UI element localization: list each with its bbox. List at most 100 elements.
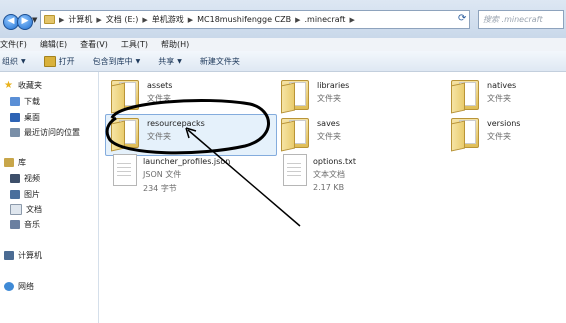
folder-item-assets[interactable]: assets 文件夹 xyxy=(107,78,173,114)
sidebar-item-desktop[interactable]: 桌面 xyxy=(10,112,40,123)
share-label: 共享 xyxy=(158,56,175,66)
folder-item-natives[interactable]: natives 文件夹 xyxy=(447,78,517,114)
history-dropdown-icon[interactable]: ▼ xyxy=(32,16,37,24)
breadcrumb-separator-icon: ▶ xyxy=(96,15,102,24)
include-in-library-label: 包含到库中 xyxy=(92,56,133,66)
open-folder-icon xyxy=(43,55,56,67)
item-type: 文本文档 xyxy=(313,170,345,179)
file-view: assets 文件夹 libraries 文件夹 natives 文件夹 resour… xyxy=(99,72,566,323)
sidebar-section-label: 计算机 xyxy=(18,251,42,260)
sidebar-section-label: 网络 xyxy=(18,282,34,291)
menu-file[interactable]: 文件(F) xyxy=(0,39,27,50)
documents-icon xyxy=(10,204,22,215)
folder-icon xyxy=(447,78,481,114)
file-item-options[interactable]: options.txt 文本文档 2.17 KB xyxy=(277,154,356,192)
new-folder-label: 新建文件夹 xyxy=(199,56,240,66)
folder-item-versions[interactable]: versions 文件夹 xyxy=(447,116,521,152)
sidebar-item-downloads[interactable]: 下载 xyxy=(10,96,40,107)
breadcrumb-separator-icon: ▶ xyxy=(142,15,148,24)
item-type: 文件夹 xyxy=(487,132,511,141)
sidebar-item-label: 视频 xyxy=(24,174,40,183)
folder-icon xyxy=(447,116,481,152)
sidebar-item-label: 桌面 xyxy=(24,113,40,122)
file-item-launcher-profiles[interactable]: launcher_profiles.json JSON 文件 234 字节 xyxy=(107,154,230,194)
sidebar-item-documents[interactable]: 文档 xyxy=(10,204,42,215)
folder-item-libraries[interactable]: libraries 文件夹 xyxy=(277,78,350,114)
sidebar-item-label: 最近访问的位置 xyxy=(24,128,80,137)
desktop-icon xyxy=(10,113,20,122)
item-type: JSON 文件 xyxy=(143,170,182,179)
breadcrumb-separator-icon: ▶ xyxy=(295,15,301,24)
breadcrumb-separator-icon: ▶ xyxy=(349,15,355,24)
sidebar-section-label: 库 xyxy=(18,158,26,167)
open-button[interactable]: 打开 xyxy=(43,55,75,67)
open-label: 打开 xyxy=(58,56,75,66)
sidebar-item-pictures[interactable]: 图片 xyxy=(10,189,40,200)
item-type: 文件夹 xyxy=(147,94,171,103)
item-type: 文件夹 xyxy=(147,132,171,141)
item-name: natives xyxy=(487,81,517,90)
new-folder-button[interactable]: 新建文件夹 xyxy=(200,56,240,67)
breadcrumb-item[interactable]: 单机游戏 xyxy=(152,14,184,25)
include-in-library-button[interactable]: 包含到库中 ▼ xyxy=(93,56,141,67)
navigation-pane: ★ 收藏夹 下载 桌面 最近访问的位置 库 视频 图片 文档 音乐 计算机 网络 xyxy=(0,72,99,323)
sidebar-computer[interactable]: 计算机 xyxy=(4,250,42,261)
breadcrumb-separator-icon: ▶ xyxy=(187,15,194,24)
text-file-icon xyxy=(283,154,307,186)
pictures-icon xyxy=(10,190,20,199)
menu-help[interactable]: 帮助(H) xyxy=(161,39,189,50)
chevron-down-icon: ▼ xyxy=(177,57,182,65)
organize-button[interactable]: 组织 ▼ xyxy=(2,56,26,67)
item-name: saves xyxy=(317,119,340,128)
sidebar-favorites[interactable]: ★ 收藏夹 xyxy=(4,80,42,91)
forward-button[interactable]: ▶ xyxy=(17,14,33,30)
menu-tools[interactable]: 工具(T) xyxy=(121,39,148,50)
item-name: versions xyxy=(487,119,521,128)
sidebar-item-label: 音乐 xyxy=(24,220,40,229)
sidebar-item-label: 文档 xyxy=(26,205,42,214)
item-type: 文件夹 xyxy=(317,132,341,141)
item-name: assets xyxy=(147,81,173,90)
breadcrumb-item[interactable]: MC18mushifengge CZB xyxy=(197,15,291,24)
sidebar-network[interactable]: 网络 xyxy=(4,281,34,292)
network-icon xyxy=(4,282,14,291)
command-bar: 组织 ▼ 打开 包含到库中 ▼ 共享 ▼ 新建文件夹 xyxy=(0,51,566,72)
sidebar-item-videos[interactable]: 视频 xyxy=(10,173,40,184)
sidebar-item-recent-places[interactable]: 最近访问的位置 xyxy=(10,127,80,138)
organize-label: 组织 xyxy=(2,56,18,66)
sidebar-item-music[interactable]: 音乐 xyxy=(10,219,40,230)
star-icon: ★ xyxy=(4,80,13,91)
sidebar-libraries[interactable]: 库 xyxy=(4,157,26,168)
music-icon xyxy=(10,220,20,229)
folder-item-resourcepacks[interactable]: resourcepacks 文件夹 xyxy=(107,116,205,152)
menu-edit[interactable]: 编辑(E) xyxy=(40,39,67,50)
item-name: resourcepacks xyxy=(147,119,205,128)
breadcrumb-item[interactable]: 文档 (E:) xyxy=(106,14,139,25)
folder-icon xyxy=(107,78,141,114)
item-name: libraries xyxy=(317,81,350,90)
videos-icon xyxy=(10,174,20,183)
item-name: options.txt xyxy=(313,157,357,166)
menu-bar: 文件(F) 编辑(E) 查看(V) 工具(T) 帮助(H) xyxy=(0,38,566,51)
library-icon xyxy=(4,158,14,167)
folder-icon xyxy=(277,78,311,114)
breadcrumb-separator-icon: ▶ xyxy=(59,15,65,24)
item-size: 234 字节 xyxy=(143,184,177,193)
chevron-down-icon: ▼ xyxy=(21,57,26,65)
folder-item-saves[interactable]: saves 文件夹 xyxy=(277,116,341,152)
item-size: 2.17 KB xyxy=(313,183,345,192)
breadcrumb-item[interactable]: .minecraft xyxy=(304,15,345,24)
breadcrumb-item[interactable]: 计算机 xyxy=(68,14,92,25)
search-input[interactable]: 搜索 .minecraft xyxy=(478,10,564,29)
folder-icon xyxy=(44,15,55,24)
folder-icon xyxy=(277,116,311,152)
downloads-icon xyxy=(10,97,20,106)
chevron-down-icon: ▼ xyxy=(135,57,141,65)
refresh-icon[interactable]: ⟳ xyxy=(458,13,466,24)
sidebar-section-label: 收藏夹 xyxy=(18,81,42,90)
item-type: 文件夹 xyxy=(487,94,511,103)
folder-icon xyxy=(107,116,141,152)
breadcrumb[interactable]: ▶ 计算机 ▶ 文档 (E:) ▶ 单机游戏 ▶ MC18mushifengge… xyxy=(40,10,470,29)
menu-view[interactable]: 查看(V) xyxy=(80,39,108,50)
share-button[interactable]: 共享 ▼ xyxy=(158,56,182,67)
